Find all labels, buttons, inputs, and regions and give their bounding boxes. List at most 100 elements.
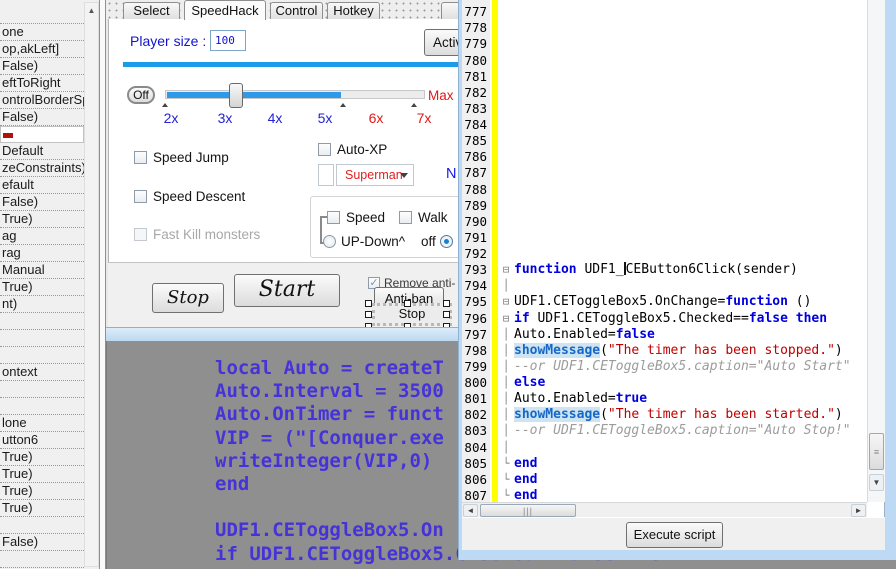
property-row[interactable] — [0, 381, 84, 398]
property-row[interactable]: True) — [0, 449, 84, 466]
walk-checkbox[interactable] — [399, 211, 412, 224]
speed-slider-track[interactable] — [165, 90, 425, 99]
execute-script-button[interactable]: Execute script — [626, 522, 723, 548]
property-row[interactable]: True) — [0, 483, 84, 500]
vertical-scrollbar[interactable]: ≡ ▼ — [867, 0, 885, 502]
editor-line[interactable]: 797│Auto.Enabled=false — [462, 327, 866, 343]
scroll-up-icon[interactable]: ▲ — [85, 3, 98, 18]
property-row[interactable]: Manual — [0, 262, 84, 279]
fast-kill-checkbox[interactable] — [134, 228, 147, 241]
editor-line[interactable]: 791 — [462, 230, 866, 246]
editor-line[interactable]: 804│ — [462, 440, 866, 456]
editor-line[interactable]: 793⊟function UDF1_CEButton6Click(sender) — [462, 262, 866, 278]
property-row[interactable]: True) — [0, 211, 84, 228]
code-area[interactable]: 7767777787797807817827837847857867877887… — [462, 0, 866, 502]
editor-line[interactable]: 795⊟UDF1.CEToggleBox5.OnChange=function … — [462, 294, 866, 310]
editor-line[interactable]: 779 — [462, 36, 866, 52]
selection-handle[interactable] — [365, 311, 372, 318]
selection-handle[interactable] — [404, 300, 411, 307]
property-row[interactable]: efault — [0, 177, 84, 194]
start-button[interactable]: Start — [234, 274, 340, 307]
property-row[interactable]: op,akLeft] — [0, 41, 84, 58]
property-row[interactable]: True) — [0, 466, 84, 483]
property-row[interactable]: Default — [0, 143, 84, 160]
property-row[interactable]: rag — [0, 245, 84, 262]
property-row[interactable]: lone — [0, 415, 84, 432]
editor-line[interactable]: 792 — [462, 246, 866, 262]
editor-line[interactable]: 802│showMessage("The timer has been star… — [462, 407, 866, 423]
speed-checkbox[interactable] — [327, 211, 340, 224]
editor-line[interactable]: 778 — [462, 20, 866, 36]
editor-line[interactable]: 780 — [462, 53, 866, 69]
editor-line[interactable]: 800│else — [462, 375, 866, 391]
tab-control[interactable]: Control — [270, 2, 323, 19]
fold-collapse-icon[interactable]: ⊟ — [499, 294, 513, 310]
property-row[interactable] — [0, 347, 84, 364]
stop-button[interactable]: Stop — [152, 283, 224, 313]
tab-select[interactable]: Select — [123, 2, 180, 19]
editor-line[interactable]: 788 — [462, 182, 866, 198]
property-row[interactable]: ontext — [0, 364, 84, 381]
editor-line[interactable]: 807└end — [462, 488, 866, 502]
property-grid-scrollbar[interactable]: ▲ — [84, 2, 99, 567]
property-row[interactable] — [0, 330, 84, 347]
property-edit-row[interactable] — [0, 126, 84, 143]
editor-line[interactable]: 785 — [462, 133, 866, 149]
editor-line[interactable]: 790 — [462, 214, 866, 230]
selection-handle[interactable] — [365, 300, 372, 307]
editor-line[interactable]: 786 — [462, 149, 866, 165]
editor-line[interactable]: 798│showMessage("The timer has been stop… — [462, 343, 866, 359]
speed-slider-thumb[interactable] — [229, 83, 243, 108]
property-row[interactable]: nt) — [0, 296, 84, 313]
editor-line[interactable]: 801│Auto.Enabled=true — [462, 391, 866, 407]
off-button[interactable]: Off — [127, 86, 155, 104]
property-row[interactable]: zeConstraints) — [0, 160, 84, 177]
updown-radio[interactable] — [323, 235, 336, 248]
property-row[interactable]: ag — [0, 228, 84, 245]
property-row[interactable]: False) — [0, 194, 84, 211]
editor-line[interactable]: 784 — [462, 117, 866, 133]
editor-line[interactable]: 789 — [462, 198, 866, 214]
off-radio[interactable] — [440, 235, 453, 248]
property-row[interactable]: ontrolBorderSpac — [0, 92, 84, 109]
editor-line[interactable]: 781 — [462, 69, 866, 85]
property-row[interactable]: False) — [0, 58, 84, 75]
auto-xp-checkbox[interactable] — [318, 143, 331, 156]
property-row[interactable] — [0, 398, 84, 415]
property-row[interactable] — [0, 551, 84, 568]
property-row[interactable]: eftToRight — [0, 75, 84, 92]
tab-hotkey[interactable]: Hotkey — [327, 2, 380, 19]
editor-line[interactable]: 787 — [462, 165, 866, 181]
hscroll-thumb[interactable]: ||| — [480, 504, 576, 517]
editor-line[interactable]: 799│--or UDF1.CEToggleBox5.caption="Auto… — [462, 359, 866, 375]
editor-line[interactable]: 805└end — [462, 456, 866, 472]
property-row[interactable]: True) — [0, 279, 84, 296]
property-row[interactable]: True) — [0, 500, 84, 517]
speed-descent-checkbox[interactable] — [134, 190, 147, 203]
speed-jump-checkbox[interactable] — [134, 151, 147, 164]
fold-collapse-icon[interactable]: ⊟ — [499, 262, 513, 278]
editor-line[interactable]: 803│--or UDF1.CEToggleBox5.caption="Auto… — [462, 423, 866, 439]
vscroll-thumb[interactable]: ≡ — [869, 433, 884, 470]
tab-speedhack[interactable]: SpeedHack — [184, 0, 266, 20]
property-row[interactable]: one — [0, 24, 84, 41]
property-row[interactable]: utton6 — [0, 432, 84, 449]
vscroll-down-arrow[interactable]: ▼ — [869, 474, 884, 491]
editor-line[interactable]: 783 — [462, 101, 866, 117]
property-row[interactable] — [0, 313, 84, 330]
hscroll-left-arrow[interactable]: ◄ — [463, 504, 478, 517]
player-size-input[interactable] — [210, 30, 246, 51]
horizontal-scrollbar[interactable]: ◄ ||| ► — [462, 502, 867, 517]
editor-line[interactable]: 794│ — [462, 278, 866, 294]
selection-handle[interactable] — [443, 300, 450, 307]
editor-line[interactable]: 806└end — [462, 472, 866, 488]
property-row[interactable] — [0, 517, 84, 534]
mini-edit-field[interactable] — [318, 164, 334, 186]
editor-line[interactable]: 796⊟if UDF1.CEToggleBox5.Checked==false … — [462, 311, 866, 327]
editor-line[interactable]: 782 — [462, 85, 866, 101]
fold-collapse-icon[interactable]: ⊟ — [499, 311, 513, 327]
mode-combobox[interactable]: Superman — [336, 164, 414, 186]
editor-line[interactable]: 777 — [462, 4, 866, 20]
property-row[interactable]: False) — [0, 109, 84, 126]
property-row[interactable]: False) — [0, 534, 84, 551]
